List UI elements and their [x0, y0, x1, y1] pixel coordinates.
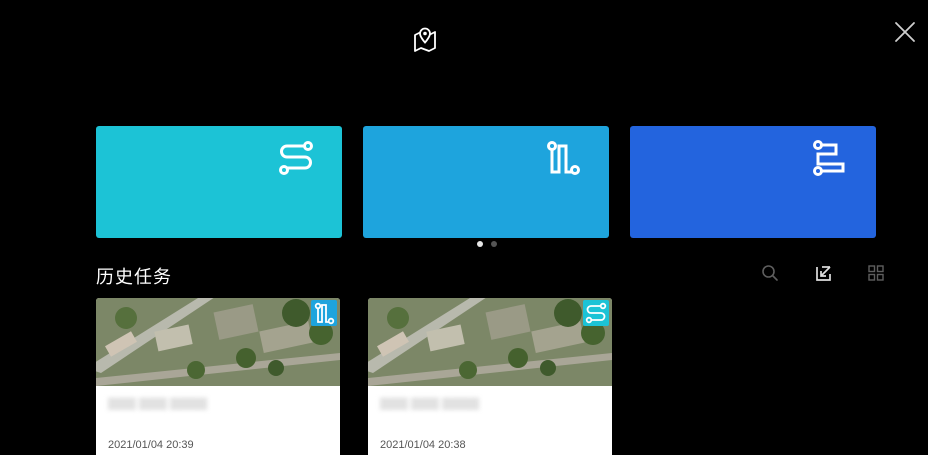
area-scan-icon: [547, 141, 580, 175]
close-icon[interactable]: [893, 20, 917, 44]
mission-name-blurred: ▇▇▇ ▇▇▇ ▇▇▇▇: [108, 396, 207, 410]
area-scan-icon: [311, 300, 337, 326]
grid-view-icon[interactable]: [867, 264, 885, 282]
pager-dot-active[interactable]: [477, 241, 483, 247]
satellite-thumbnail: [96, 298, 340, 386]
mission-select-screen: 历史任务 ▇▇▇ ▇▇▇ ▇▇▇▇ 2021/01/04 20:39 ▇▇▇ ▇…: [0, 0, 928, 455]
export-icon[interactable]: [815, 264, 833, 282]
history-item[interactable]: ▇▇▇ ▇▇▇ ▇▇▇▇ 2021/01/04 20:38: [368, 298, 612, 455]
area-mission-card[interactable]: [363, 126, 609, 238]
map-pin-icon: [414, 27, 436, 52]
history-title: 历史任务: [96, 267, 172, 287]
waypoint-route-icon: [279, 141, 313, 175]
waypoint-route-icon: [583, 300, 609, 326]
carousel-pager: [477, 240, 497, 248]
history-item[interactable]: ▇▇▇ ▇▇▇ ▇▇▇▇ 2021/01/04 20:39: [96, 298, 340, 455]
corridor-route-icon: [813, 140, 845, 176]
satellite-thumbnail: [368, 298, 612, 386]
waypoint-mission-card[interactable]: [96, 126, 342, 238]
pager-dot[interactable]: [491, 241, 497, 247]
mission-time: 2021/01/04 20:39: [108, 439, 194, 451]
search-icon[interactable]: [761, 264, 779, 282]
mission-name-blurred: ▇▇▇ ▇▇▇ ▇▇▇▇: [380, 396, 479, 410]
corridor-mission-card[interactable]: [630, 126, 876, 238]
mission-time: 2021/01/04 20:38: [380, 439, 466, 451]
